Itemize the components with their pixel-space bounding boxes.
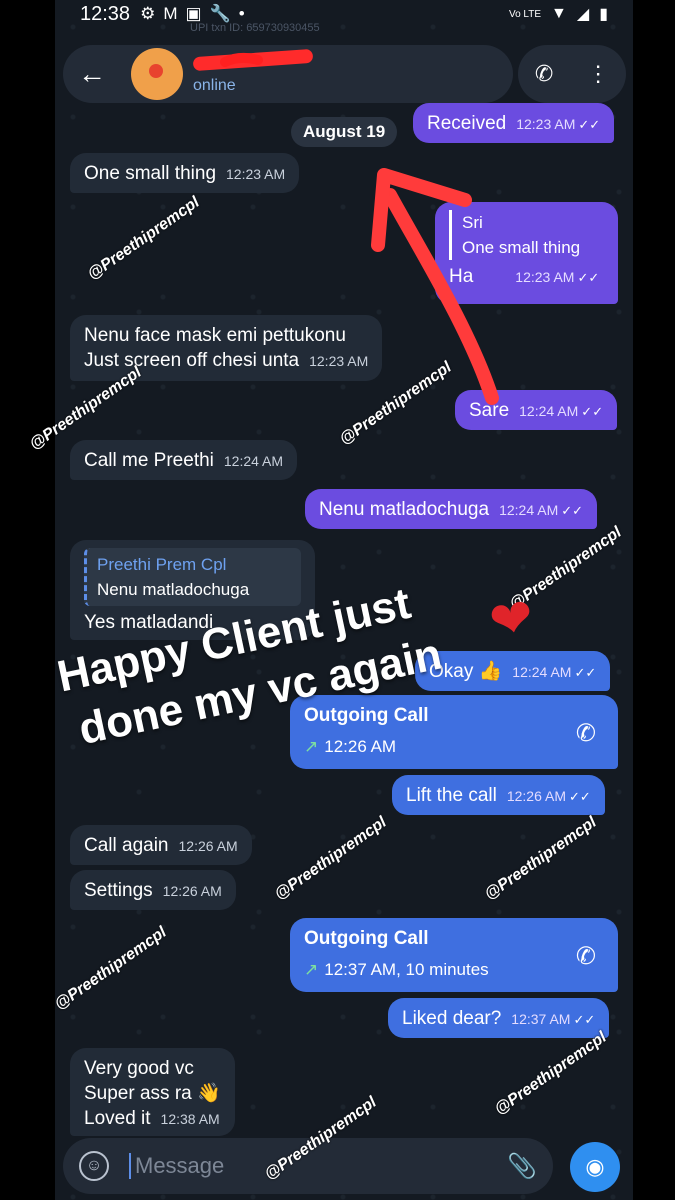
redaction-stroke [220, 52, 263, 67]
